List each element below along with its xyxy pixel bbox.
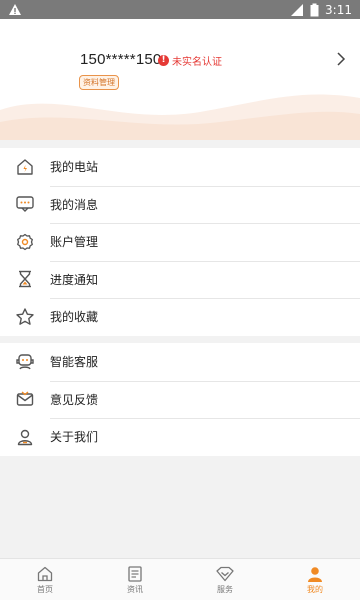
news-icon — [128, 565, 142, 582]
battery-icon — [310, 3, 319, 16]
menu-item-customer-service[interactable]: 智能客服 — [0, 343, 360, 381]
menu-item-messages[interactable]: 我的消息 — [0, 185, 360, 224]
bottom-nav: 首页 资讯 服务 我的 — [0, 558, 360, 600]
warning-icon — [9, 3, 21, 15]
signal-icon — [291, 3, 304, 16]
user-icon — [308, 566, 322, 582]
nav-label: 服务 — [217, 584, 233, 594]
menu-group-primary: 我的电站 我的消息 账户管理 进度通知 我的收藏 — [0, 148, 360, 336]
menu-item-label: 我的收藏 — [50, 310, 99, 325]
menu-item-label: 我的电站 — [50, 160, 99, 175]
menu-item-label: 智能客服 — [50, 355, 99, 370]
header-wave-decoration — [0, 94, 360, 140]
alert-icon: ! — [158, 55, 169, 66]
feedback-icon — [16, 391, 34, 406]
nav-service[interactable]: 服务 — [180, 559, 270, 600]
nav-label: 我的 — [307, 584, 323, 594]
nav-home[interactable]: 首页 — [0, 559, 90, 600]
chevron-right-icon[interactable] — [336, 52, 346, 66]
menu-item-favorites[interactable]: 我的收藏 — [0, 298, 360, 336]
nav-label: 首页 — [37, 584, 53, 594]
home-icon — [37, 566, 53, 581]
menu-item-progress[interactable]: 进度通知 — [0, 260, 360, 299]
verify-status[interactable]: ! 未实名认证 — [158, 53, 222, 68]
home-power-icon — [17, 159, 33, 175]
user-phone: 150*****150 — [80, 51, 162, 68]
menu-item-feedback[interactable]: 意见反馈 — [0, 380, 360, 419]
menu-item-label: 账户管理 — [50, 235, 99, 250]
service-icon — [216, 566, 234, 581]
nav-mine[interactable]: 我的 — [270, 559, 360, 600]
account-settings-icon — [17, 233, 33, 250]
menu-group-secondary: 智能客服 意见反馈 关于我们 — [0, 343, 360, 456]
status-bar: 3:11 — [0, 0, 360, 19]
nav-news[interactable]: 资讯 — [90, 559, 180, 600]
profile-manage-tag[interactable]: 资料管理 — [79, 75, 119, 90]
star-icon — [16, 308, 34, 325]
menu-item-account[interactable]: 账户管理 — [0, 223, 360, 261]
customer-service-icon — [16, 354, 34, 370]
profile-header[interactable]: 150*****150 ! 未实名认证 资料管理 — [0, 19, 360, 140]
hourglass-icon — [19, 271, 31, 288]
menu-item-about[interactable]: 关于我们 — [0, 418, 360, 456]
verify-status-label: 未实名认证 — [172, 57, 222, 68]
menu-item-label: 关于我们 — [50, 430, 99, 445]
nav-label: 资讯 — [127, 584, 143, 594]
about-icon — [17, 429, 33, 445]
menu-item-label: 进度通知 — [50, 272, 99, 287]
menu-item-label: 意见反馈 — [50, 392, 99, 407]
status-time: 3:11 — [325, 2, 352, 17]
menu-item-my-station[interactable]: 我的电站 — [0, 148, 360, 186]
message-icon — [16, 196, 34, 213]
menu-item-label: 我的消息 — [50, 197, 99, 212]
